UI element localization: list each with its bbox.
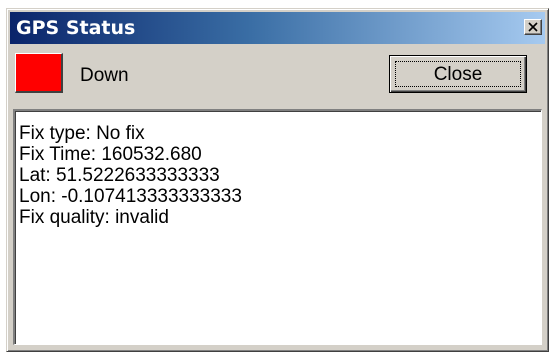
fix-time-line: Fix Time: 160532.680 bbox=[19, 144, 202, 165]
title-close-button[interactable] bbox=[524, 19, 542, 35]
latitude-line: Lat: 51.5222633333333 bbox=[19, 165, 220, 186]
close-button-label: Close bbox=[433, 64, 483, 85]
window-title: GPS Status bbox=[16, 17, 136, 39]
close-button[interactable]: Close bbox=[389, 55, 527, 93]
status-indicator bbox=[15, 53, 63, 93]
gps-info-panel[interactable]: Fix type: No fix Fix Time: 160532.680 La… bbox=[13, 109, 542, 345]
close-icon bbox=[528, 22, 538, 32]
status-label: Down bbox=[80, 65, 129, 86]
gps-status-window: GPS Status Down Close Fix type: No fix F… bbox=[6, 8, 549, 352]
title-bar[interactable]: GPS Status bbox=[10, 12, 545, 44]
fix-quality-line: Fix quality: invalid bbox=[19, 207, 169, 228]
longitude-line: Lon: -0.107413333333333 bbox=[19, 186, 242, 207]
fix-type-line: Fix type: No fix bbox=[19, 123, 145, 144]
